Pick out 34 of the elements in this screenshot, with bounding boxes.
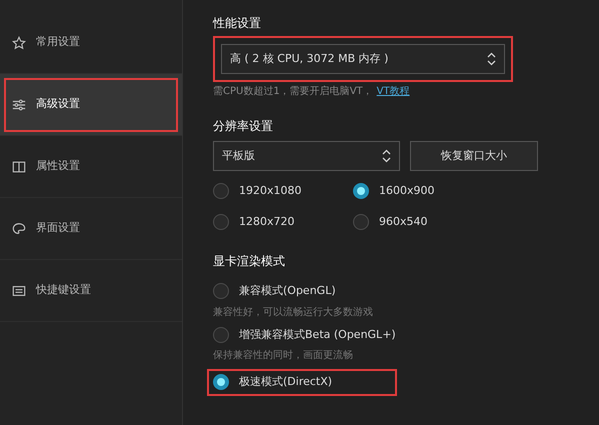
resolution-option: 1920x1080 [239, 183, 302, 200]
up-down-chevron-icon [487, 52, 496, 66]
render-mode-option: 兼容模式(OpenGL) [239, 283, 336, 300]
radio-button[interactable] [353, 214, 369, 230]
section-title: 性能设置 [213, 15, 262, 32]
mode-description: 保持兼容性的同时，画面更流畅 [213, 348, 354, 363]
performance-dropdown[interactable]: 高 ( 2 核 CPU, 3072 MB 内存 ) [221, 44, 505, 74]
tutorial-link[interactable]: VT教程 [376, 84, 410, 99]
resolution-option: 1280x720 [239, 214, 294, 230]
option-row[interactable]: 增强兼容模式Beta (OpenGL+) [213, 326, 403, 344]
sidebar-item[interactable]: 高级设置 [0, 74, 182, 136]
radio-button[interactable] [213, 183, 229, 200]
radio-button[interactable] [213, 326, 229, 343]
mode-description: 兼容性好，可以流畅运行大多数游戏 [213, 306, 374, 320]
option-row[interactable]: 兼容模式(OpenGL) [213, 282, 403, 300]
radio-button[interactable] [213, 214, 229, 230]
panel-icon [12, 160, 26, 174]
section-title: 分辨率设置 [213, 118, 274, 135]
hint-text: 需CPU数超过1，需要开启电脑VT， [213, 84, 373, 99]
sliders-icon [12, 98, 26, 112]
up-down-chevron-icon [382, 149, 391, 163]
radio-button[interactable] [213, 374, 229, 390]
resolution-option: 960x540 [379, 214, 428, 230]
star-icon [12, 36, 26, 50]
section-title: 显卡渲染模式 [213, 253, 286, 270]
palette-icon [12, 222, 26, 236]
resolution-dropdown[interactable]: 平板版 [213, 141, 400, 171]
option-row[interactable]: 极速模式(DirectX) [207, 369, 397, 396]
radio-button[interactable] [213, 283, 229, 300]
render-mode-option: 增强兼容模式Beta (OpenGL+) [239, 326, 396, 343]
resolution-option: 1600x900 [379, 183, 434, 200]
radio-button[interactable] [353, 183, 369, 200]
restore-window-size-button[interactable]: 恢复窗口大小 [410, 141, 538, 171]
render-mode-option: 极速模式(DirectX) [239, 374, 332, 390]
